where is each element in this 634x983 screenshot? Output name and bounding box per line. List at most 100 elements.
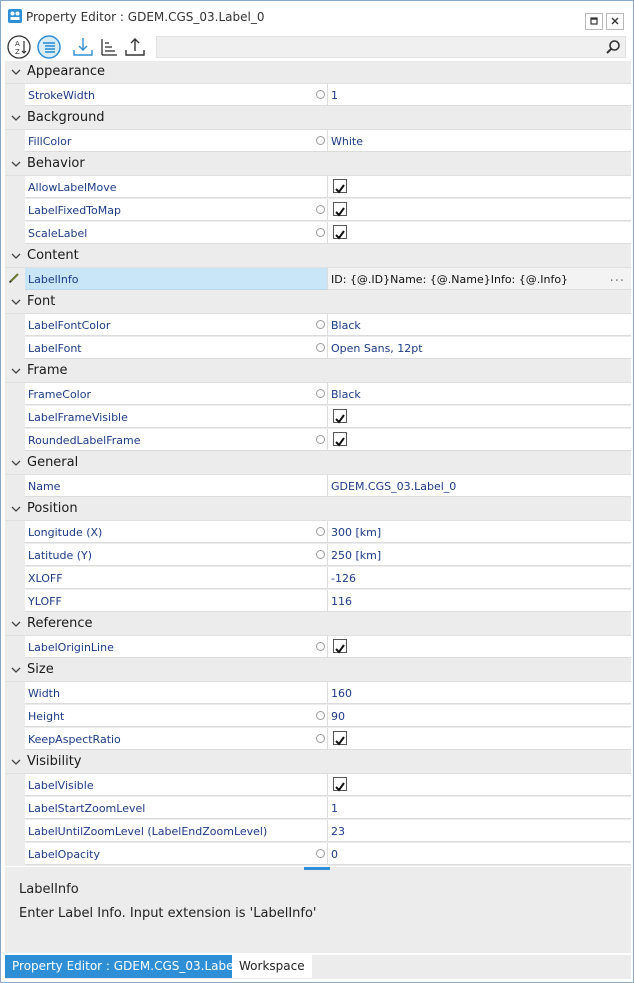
- reset-value-icon[interactable]: [316, 550, 325, 559]
- chevron-down-icon[interactable]: [10, 618, 22, 630]
- property-row[interactable]: RoundedLabelFrame: [5, 429, 631, 452]
- property-value-cell[interactable]: [327, 636, 631, 658]
- property-value-cell[interactable]: -126: [327, 567, 631, 589]
- reset-value-icon[interactable]: [316, 320, 325, 329]
- category-header[interactable]: Position: [5, 498, 631, 521]
- property-row[interactable]: FrameColor Black: [5, 383, 631, 406]
- property-value-cell[interactable]: Open Sans, 12pt: [327, 337, 631, 359]
- property-name-cell[interactable]: LabelFrameVisible: [25, 406, 327, 428]
- chevron-down-icon[interactable]: [10, 296, 22, 308]
- property-name-cell[interactable]: RoundedLabelFrame: [25, 429, 327, 451]
- chevron-down-icon[interactable]: [10, 158, 22, 170]
- splitter-handle[interactable]: [304, 867, 330, 870]
- property-name-cell[interactable]: Width: [25, 682, 327, 704]
- reset-value-icon[interactable]: [316, 734, 325, 743]
- category-header[interactable]: Appearance: [5, 61, 631, 84]
- reset-value-icon[interactable]: [316, 90, 325, 99]
- search-input[interactable]: [156, 36, 626, 58]
- reset-value-icon[interactable]: [316, 527, 325, 536]
- property-value-cell[interactable]: Black: [327, 383, 631, 405]
- property-row[interactable]: LabelFont Open Sans, 12pt: [5, 337, 631, 360]
- property-row[interactable]: LabelStartZoomLevel 1: [5, 797, 631, 820]
- property-row[interactable]: ScaleLabel: [5, 222, 631, 245]
- property-value-cell[interactable]: [327, 406, 631, 428]
- property-value-cell[interactable]: 1: [327, 84, 631, 106]
- property-name-cell[interactable]: LabelInfo: [25, 268, 327, 290]
- property-checkbox[interactable]: [333, 179, 347, 194]
- property-name-cell[interactable]: FrameColor: [25, 383, 327, 405]
- property-value-cell[interactable]: [327, 176, 631, 198]
- search-field[interactable]: [160, 38, 604, 58]
- property-name-cell[interactable]: Height: [25, 705, 327, 727]
- property-row[interactable]: LabelFontColor Black: [5, 314, 631, 337]
- property-value-cell[interactable]: Black: [327, 314, 631, 336]
- tab-workspace[interactable]: Workspace: [232, 955, 312, 978]
- category-header[interactable]: Content: [5, 245, 631, 268]
- chevron-down-icon[interactable]: [10, 250, 22, 262]
- property-name-cell[interactable]: LabelFixedToMap: [25, 199, 327, 221]
- property-name-cell[interactable]: ScaleLabel: [25, 222, 327, 244]
- property-value-cell[interactable]: White: [327, 130, 631, 152]
- category-header[interactable]: Behavior: [5, 153, 631, 176]
- reset-value-icon[interactable]: [316, 228, 325, 237]
- property-row[interactable]: LabelVisible: [5, 774, 631, 797]
- reset-value-icon[interactable]: [316, 642, 325, 651]
- property-name-cell[interactable]: FillColor: [25, 130, 327, 152]
- chevron-down-icon[interactable]: [10, 503, 22, 515]
- property-row[interactable]: AllowLabelMove: [5, 176, 631, 199]
- property-checkbox[interactable]: [333, 225, 347, 240]
- more-options-button[interactable]: ...: [610, 270, 625, 285]
- property-name-cell[interactable]: KeepAspectRatio: [25, 728, 327, 750]
- chevron-down-icon[interactable]: [10, 664, 22, 676]
- category-header[interactable]: Font: [5, 291, 631, 314]
- property-value-cell[interactable]: [327, 429, 631, 451]
- category-header[interactable]: Size: [5, 659, 631, 682]
- property-name-cell[interactable]: StrokeWidth: [25, 84, 327, 106]
- sort-alphabetical-button[interactable]: A Z: [7, 35, 31, 59]
- property-name-cell[interactable]: LabelUntilZoomLevel (LabelEndZoomLevel): [25, 820, 327, 842]
- property-name-cell[interactable]: LabelFontColor: [25, 314, 327, 336]
- reset-value-icon[interactable]: [316, 711, 325, 720]
- property-row[interactable]: LabelFrameVisible: [5, 406, 631, 429]
- chevron-down-icon[interactable]: [10, 756, 22, 768]
- property-name-cell[interactable]: Latitude (Y): [25, 544, 327, 566]
- property-value-cell[interactable]: 300 [km]: [327, 521, 631, 543]
- close-button[interactable]: [606, 13, 624, 30]
- property-value-cell[interactable]: [327, 222, 631, 244]
- tab-property-editor[interactable]: Property Editor : GDEM.CGS_03.Label_0: [5, 955, 258, 978]
- property-row[interactable]: YLOFF 116: [5, 590, 631, 613]
- property-name-cell[interactable]: LabelOriginLine: [25, 636, 327, 658]
- property-name-cell[interactable]: YLOFF: [25, 590, 327, 612]
- property-row[interactable]: XLOFF -126: [5, 567, 631, 590]
- maximize-button[interactable]: [585, 13, 603, 30]
- property-checkbox[interactable]: [333, 731, 347, 746]
- category-header[interactable]: Visibility: [5, 751, 631, 774]
- chevron-down-icon[interactable]: [10, 365, 22, 377]
- reset-value-icon[interactable]: [316, 435, 325, 444]
- property-row[interactable]: LabelFixedToMap: [5, 199, 631, 222]
- import-button[interactable]: [71, 35, 95, 59]
- property-value-cell[interactable]: [327, 774, 631, 796]
- property-row[interactable]: FillColor White: [5, 130, 631, 153]
- property-name-cell[interactable]: LabelFont: [25, 337, 327, 359]
- property-value[interactable]: ID: {@.ID}Name: {@.Name}Info: {@.Info}: [331, 273, 568, 286]
- reset-value-icon[interactable]: [316, 389, 325, 398]
- category-header[interactable]: Frame: [5, 360, 631, 383]
- export-button[interactable]: [123, 35, 147, 59]
- property-checkbox[interactable]: [333, 409, 347, 424]
- search-icon[interactable]: [605, 39, 621, 55]
- property-name-cell[interactable]: LabelVisible: [25, 774, 327, 796]
- property-row[interactable]: Width 160: [5, 682, 631, 705]
- property-name-cell[interactable]: Name: [25, 475, 327, 497]
- property-value-cell[interactable]: 160: [327, 682, 631, 704]
- property-value-cell[interactable]: 116: [327, 590, 631, 612]
- property-value-cell[interactable]: 23: [327, 820, 631, 842]
- chevron-down-icon[interactable]: [10, 112, 22, 124]
- property-value-cell[interactable]: 1: [327, 797, 631, 819]
- property-value-cell[interactable]: 0: [327, 843, 631, 865]
- property-row[interactable]: LabelOriginLine: [5, 636, 631, 659]
- property-row[interactable]: Height 90: [5, 705, 631, 728]
- category-header[interactable]: Background: [5, 107, 631, 130]
- property-name-cell[interactable]: XLOFF: [25, 567, 327, 589]
- categorized-view-button[interactable]: [37, 35, 61, 59]
